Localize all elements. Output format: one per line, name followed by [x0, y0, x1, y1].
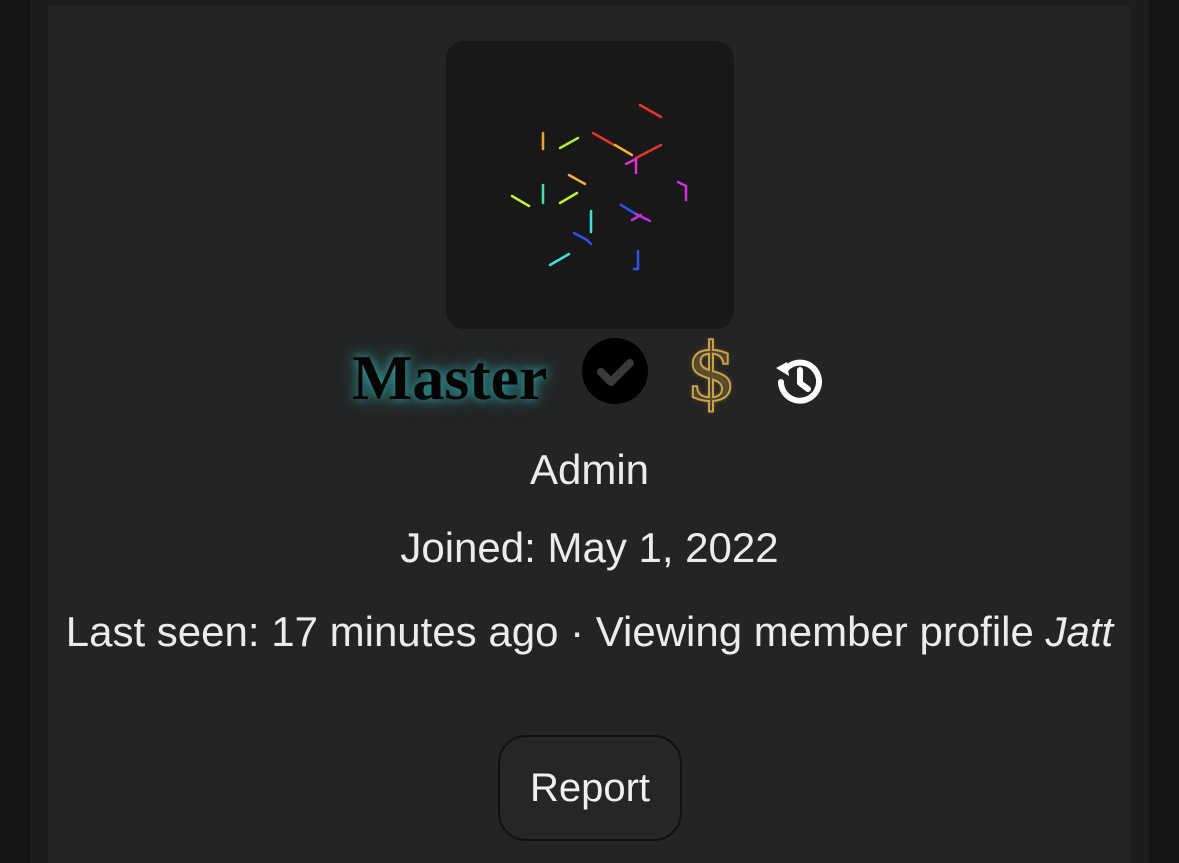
username[interactable]: Master	[352, 340, 547, 416]
joined-info: Joined: May 1, 2022	[0, 523, 1179, 573]
activity-target[interactable]: Jatt	[1046, 608, 1114, 655]
user-role: Admin	[529, 446, 650, 493]
separator: ·	[558, 608, 596, 655]
verified-check-icon	[582, 338, 648, 404]
last-seen-info: Last seen: 17 minutes ago · Viewing memb…	[0, 601, 1179, 663]
joined-label: Joined:	[400, 524, 536, 571]
last-seen-value: 17 minutes ago	[271, 608, 559, 655]
history-icon[interactable]	[773, 354, 827, 408]
last-seen-label: Last seen:	[65, 608, 260, 655]
avatar-pattern	[510, 103, 688, 271]
avatar[interactable]	[446, 41, 734, 329]
activity-text: Viewing member profile	[595, 608, 1034, 655]
dollar-icon: $	[685, 326, 738, 419]
joined-date: May 1, 2022	[547, 524, 779, 571]
username-row: Master $	[0, 326, 1179, 420]
report-button[interactable]: Report	[498, 735, 682, 841]
